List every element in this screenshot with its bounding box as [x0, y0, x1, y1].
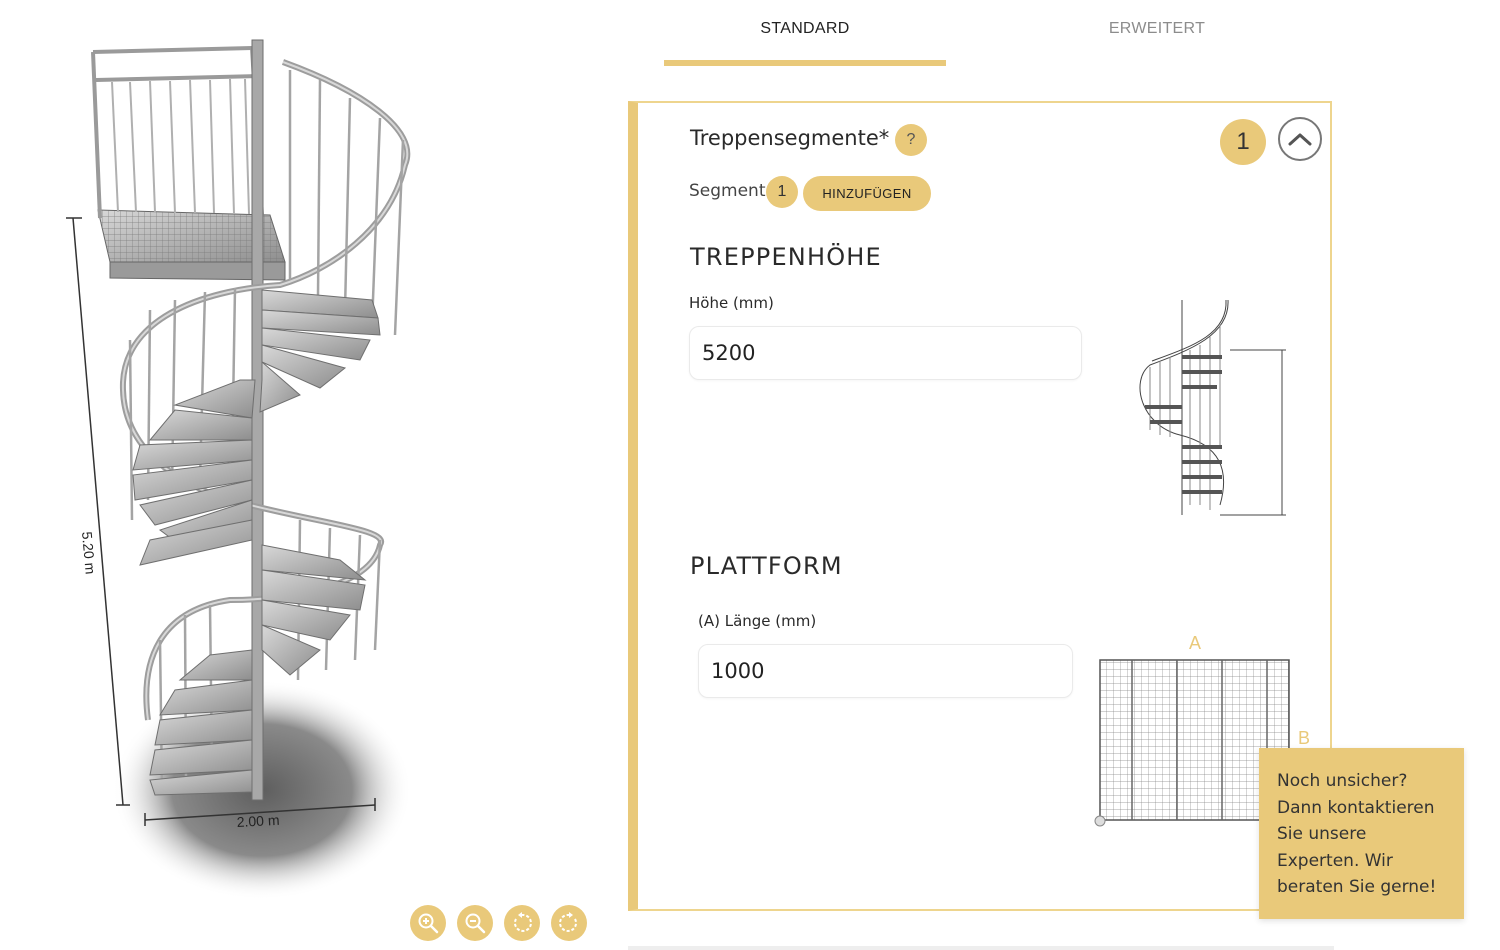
height-dimension-label: 5.20 m — [79, 531, 99, 575]
rotate-left-button[interactable] — [504, 905, 540, 941]
add-segment-button[interactable]: HINZUFÜGEN — [803, 176, 931, 211]
platform-length-input[interactable] — [698, 644, 1073, 698]
platform-length-label: (A) Länge (mm) — [698, 612, 817, 630]
height-input[interactable] — [689, 326, 1082, 380]
rotate-right-icon — [559, 912, 578, 932]
next-panel-edge — [628, 946, 1334, 950]
height-dimension-line — [66, 217, 130, 806]
tread-grating — [135, 285, 385, 795]
collapse-button[interactable] — [1278, 117, 1322, 161]
help-button[interactable]: ? — [895, 124, 927, 156]
platform-dimension-a: A — [1189, 633, 1202, 653]
segment-number-badge[interactable]: 1 — [766, 176, 798, 208]
chevron-up-icon — [1288, 133, 1312, 146]
stair-3d-viewer[interactable]: 5.20 m 2.00 m — [0, 0, 610, 950]
zoom-out-icon — [465, 913, 486, 934]
width-dimension-label: 2.00 m — [236, 812, 280, 830]
segment-count-badge: 1 — [1220, 119, 1266, 165]
height-field-label: Höhe (mm) — [689, 294, 774, 312]
rotate-left-icon — [513, 912, 532, 932]
segment-label: Segment — [689, 181, 766, 201]
platform-dimension-b: B — [1298, 728, 1311, 748]
zoom-in-icon — [418, 913, 439, 934]
contact-expert-popup[interactable]: Noch unsicher? Dann kontaktieren Sie uns… — [1259, 748, 1464, 919]
tab-erweitert[interactable]: ERWEITERT — [1016, 20, 1298, 38]
viewer-toolbar — [410, 905, 587, 941]
zoom-out-button[interactable] — [457, 905, 493, 941]
height-section-title: TREPPENHÖHE — [690, 243, 882, 271]
platform-section-title: PLATTFORM — [690, 552, 843, 580]
spiral-staircase-render[interactable]: 5.20 m 2.00 m — [0, 0, 610, 950]
height-diagram-thumbnail — [1139, 299, 1286, 516]
zoom-in-button[interactable] — [410, 905, 446, 941]
tab-standard[interactable]: STANDARD — [664, 20, 946, 38]
rotate-right-button[interactable] — [551, 905, 587, 941]
segments-title: Treppensegmente* — [690, 126, 890, 150]
active-tab-indicator — [664, 60, 946, 66]
